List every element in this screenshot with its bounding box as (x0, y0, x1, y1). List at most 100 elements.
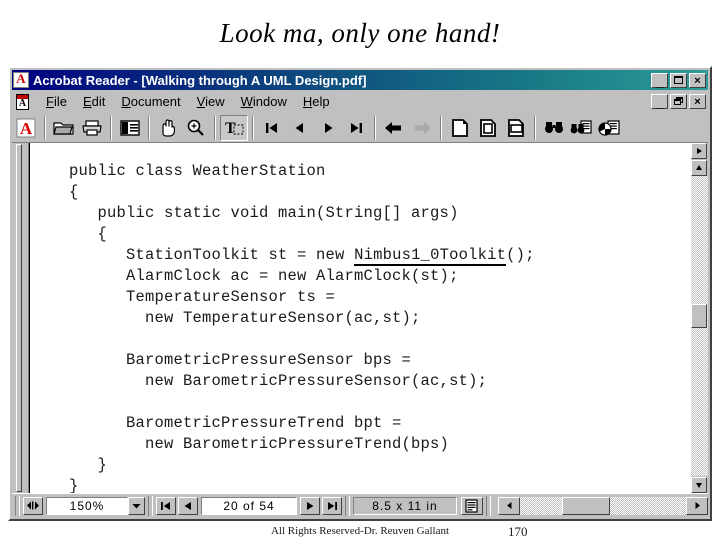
slide-canvas: Look ma, only one hand! Acrobat Reader -… (0, 0, 720, 540)
status-next-page-button[interactable] (300, 496, 320, 515)
toolbar-separator (374, 115, 376, 140)
horizontal-scroll-thumb[interactable] (562, 496, 610, 515)
actual-size-icon[interactable] (446, 115, 474, 141)
toolbar-separator (252, 115, 254, 140)
menu-item-edit[interactable]: Edit (75, 93, 113, 111)
toolbar-separator (110, 115, 112, 140)
text-select-tool-icon[interactable]: T (220, 114, 248, 141)
menu-item-window[interactable]: Window (233, 93, 295, 111)
menu-item-help[interactable]: Help (295, 93, 338, 111)
show-hide-navpane-icon[interactable] (116, 115, 144, 141)
pdf-page-view[interactable]: public class WeatherStation { public sta… (29, 143, 691, 493)
go-back-icon[interactable] (380, 115, 408, 141)
toolbar-separator (440, 115, 442, 140)
maximize-icon (671, 74, 686, 87)
status-separator (345, 495, 350, 516)
first-page-icon (161, 501, 170, 510)
toolbar-separator (534, 115, 536, 140)
highlighted-selection: Nimbus1_0Toolkit (354, 245, 507, 266)
status-separator (486, 495, 491, 516)
scroll-left-icon (506, 502, 511, 509)
previous-page-icon[interactable] (286, 115, 314, 141)
status-first-page-button[interactable] (156, 496, 176, 515)
previous-page-icon (184, 501, 191, 510)
go-forward-icon[interactable] (408, 115, 436, 141)
acrobat-document-icon[interactable]: A (14, 93, 32, 111)
mdi-restore-icon (671, 95, 686, 108)
vertical-scrollbar[interactable] (691, 143, 708, 493)
slide-footer: All Rights Reserved-Dr. Reuven Gallant (270, 525, 450, 537)
close-button[interactable]: × (689, 72, 706, 88)
adobe-logo-icon[interactable]: A (12, 115, 40, 141)
scroll-down-button[interactable] (691, 477, 707, 493)
scroll-right-icon (695, 502, 700, 509)
status-separator (15, 495, 20, 516)
close-icon: × (694, 74, 701, 87)
find-icon[interactable] (540, 115, 568, 141)
page-size-value: 8.5 x 11 in (353, 496, 457, 515)
window-controls: _ × (651, 72, 706, 89)
status-separator (148, 495, 153, 516)
vertical-scroll-track[interactable] (691, 176, 708, 476)
printer-icon[interactable] (78, 115, 106, 141)
status-last-page-button[interactable] (322, 496, 342, 515)
next-page-icon[interactable] (314, 115, 342, 141)
zoom-level-value[interactable]: 150% (46, 496, 128, 515)
mdi-minimize-icon: _ (655, 95, 664, 110)
mdi-close-icon: × (694, 96, 701, 108)
first-page-icon[interactable] (258, 115, 286, 141)
pdf-page-code-text: public class WeatherStation { public sta… (30, 161, 691, 494)
scroll-down-icon (696, 483, 702, 488)
page-layout-button[interactable] (461, 496, 483, 515)
navigation-pane-splitter[interactable] (16, 144, 22, 492)
document-view-area: public class WeatherStation { public sta… (12, 143, 708, 493)
status-bar: 150% 20 of 54 8.5 x 11 in (12, 493, 708, 517)
scroll-right-icon (697, 148, 702, 154)
toolbar-separator (214, 115, 216, 140)
scroll-right-button[interactable] (691, 143, 707, 159)
page-layout-icon (465, 498, 478, 513)
search-icon[interactable] (568, 115, 596, 141)
mdi-close-button[interactable]: × (689, 94, 706, 109)
last-page-icon[interactable] (342, 115, 370, 141)
horizontal-scroll-track[interactable] (520, 496, 686, 515)
page-number-value[interactable]: 20 of 54 (201, 496, 297, 515)
menu-bar: A File Edit Document View Window Help _ … (12, 91, 708, 112)
search-results-icon[interactable] (596, 115, 624, 141)
page-title: Look ma, only one hand! (219, 18, 501, 48)
mdi-restore-button[interactable] (670, 94, 687, 109)
hscroll-left-button[interactable] (498, 496, 520, 515)
hand-tool-icon[interactable] (154, 115, 182, 141)
scroll-up-button[interactable] (691, 160, 707, 176)
menu-item-file[interactable]: File (38, 93, 75, 111)
vertical-scroll-thumb[interactable] (691, 304, 707, 328)
horizontal-scrollbar[interactable] (498, 496, 708, 515)
scroll-up-icon (696, 165, 702, 170)
zoom-dropdown-button[interactable] (128, 496, 145, 515)
mdi-minimize-button[interactable]: _ (651, 94, 668, 110)
slide-page-number: 170 (508, 524, 528, 539)
menu-item-view[interactable]: View (189, 93, 233, 111)
last-page-icon (328, 501, 337, 510)
title-bar: Acrobat Reader - [Walking through A UML … (12, 70, 708, 90)
menu-item-document[interactable]: Document (113, 93, 188, 111)
hscroll-right-button[interactable] (686, 496, 708, 515)
maximize-button[interactable] (670, 72, 687, 88)
open-folder-icon[interactable] (50, 115, 78, 141)
next-page-icon (307, 501, 314, 510)
acrobat-icon (13, 71, 29, 88)
left-right-arrows-icon (27, 501, 39, 510)
toolbar-separator (44, 115, 46, 140)
svg-text:A: A (20, 119, 33, 138)
window-title: Acrobat Reader - [Walking through A UML … (33, 72, 367, 88)
zoom-in-tool-icon[interactable] (182, 115, 210, 141)
document-letter-shape: A (18, 97, 27, 109)
zoom-stepper-button[interactable] (23, 496, 43, 515)
status-previous-page-button[interactable] (178, 496, 198, 515)
minimize-button[interactable]: _ (651, 72, 668, 89)
fit-width-icon[interactable] (502, 115, 530, 141)
acrobat-reader-window: Acrobat Reader - [Walking through A UML … (8, 66, 712, 521)
chevron-down-icon (132, 503, 141, 508)
navigation-pane-strip[interactable] (12, 143, 29, 493)
fit-page-icon[interactable] (474, 115, 502, 141)
